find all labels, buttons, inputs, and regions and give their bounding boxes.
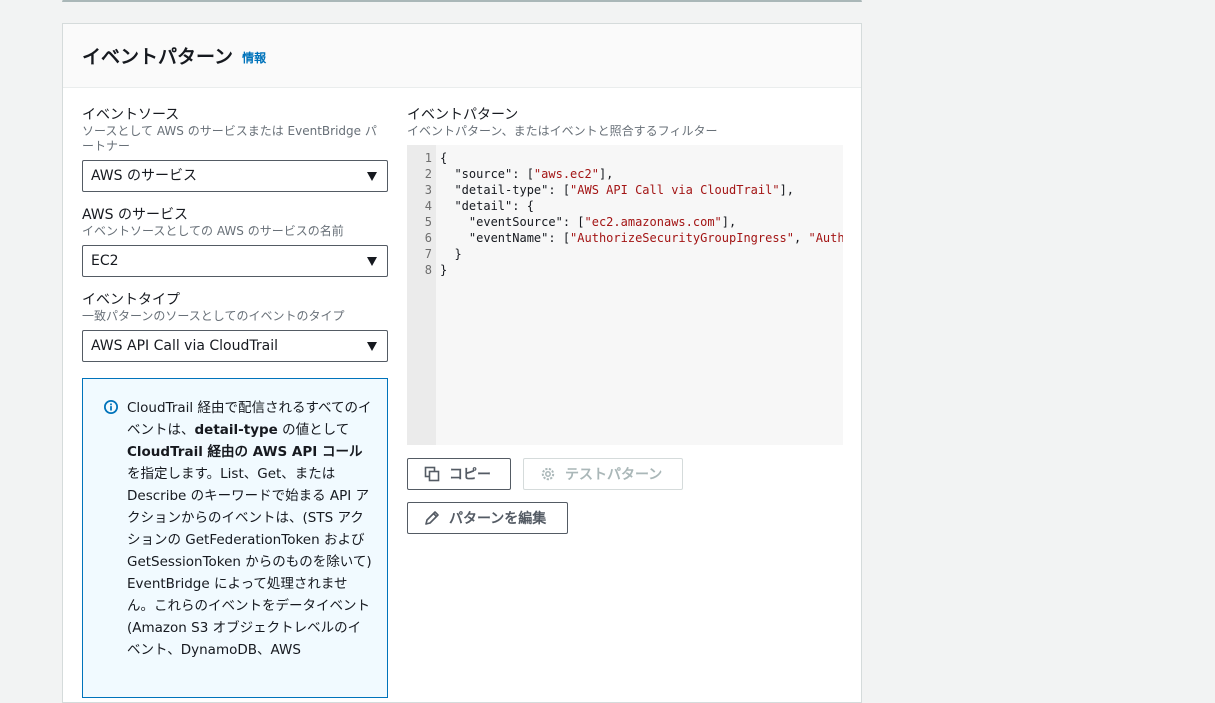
panel-header: イベントパターン 情報 [63,24,861,88]
line-number: 4 [424,199,432,213]
event-type-field: イベントタイプ 一致パターンのソースとしてのイベントのタイプ AWS API C… [82,291,388,362]
test-pattern-button[interactable]: テストパターン [523,458,683,490]
line-number: 7 [424,247,432,261]
code-token: } [440,247,462,261]
code-token: } [440,263,448,277]
aws-service-label: AWS のサービス [82,207,188,223]
code-token: "eventSource": [ [440,215,585,229]
copy-button[interactable]: コピー [407,458,511,490]
event-config-column: イベントソース ソースとして AWS のサービスまたは EventBridge … [82,106,388,376]
code-content: { "source": ["aws.ec2"], "detail-type": … [440,150,843,278]
info-text-3: を指定します。List、Get、または Describe のキーワードで始まる … [127,466,372,658]
code-token: "source": [ [440,167,534,181]
panel-title: イベントパターン [82,46,234,68]
code-token: ], [779,183,795,197]
aws-service-description: イベントソースとしての AWS のサービスの名前 [82,224,344,238]
line-number: 2 [424,167,432,181]
code-line: { [440,150,843,166]
code-line: } [440,262,843,278]
code-token: ], [721,215,737,229]
event-pattern-panel: イベントパターン 情報 イベントソース ソースとして AWS のサービスまたは … [62,23,862,703]
event-type-label: イベントタイプ [82,292,180,308]
aws-service-select[interactable]: EC2 [82,245,388,277]
code-line: "source": ["aws.ec2"], [440,166,843,182]
pencil-icon [425,511,439,525]
event-source-description: ソースとして AWS のサービスまたは EventBridge パートナー [82,124,377,153]
previous-section-card [62,0,862,2]
pattern-description: イベントパターン、またはイベントと照合するフィルター [407,124,718,138]
event-source-value: AWS のサービス [91,168,197,184]
code-token: , [794,231,809,245]
event-source-label: イベントソース [82,107,180,123]
line-number: 8 [424,263,432,277]
line-number: 3 [424,183,432,197]
line-number-gutter: 1 2 3 4 5 6 7 8 [407,145,436,445]
info-link[interactable]: 情報 [242,49,266,66]
event-type-description: 一致パターンのソースとしてのイベントのタイプ [82,309,345,323]
cloudtrail-info-alert: CloudTrail 経由で配信されるすべてのイベントは、detail-type… [82,378,388,698]
caret-down-icon [367,257,377,266]
aws-service-value: EC2 [91,253,119,269]
line-number: 1 [424,151,432,165]
edit-pattern-button[interactable]: パターンを編集 [407,502,568,534]
test-pattern-button-label: テストパターン [565,467,663,483]
code-token: ], [598,167,614,181]
event-source-field: イベントソース ソースとして AWS のサービスまたは EventBridge … [82,106,388,192]
code-string: "aws.ec2" [533,167,599,181]
copy-icon [424,466,440,482]
code-string: "ec2.amazonaws.com" [584,215,722,229]
info-text-detail-type: detail-type [194,422,278,438]
line-number: 6 [424,231,432,245]
info-circle-icon [104,400,118,414]
event-type-value: AWS API Call via CloudTrail [91,338,278,354]
code-token: "eventName": [ [440,231,571,245]
caret-down-icon [367,342,377,351]
pattern-code-editor[interactable]: 1 2 3 4 5 6 7 8 { "source": ["aws.ec2"],… [407,145,843,445]
caret-down-icon [367,172,377,181]
event-source-select[interactable]: AWS のサービス [82,160,388,192]
edit-pattern-button-label: パターンを編集 [449,511,547,527]
pattern-label: イベントパターン [407,107,519,123]
code-token: "detail": { [440,199,534,213]
code-line: "detail-type": ["AWS API Call via CloudT… [440,182,843,198]
code-line: } [440,246,843,262]
aws-service-field: AWS のサービス イベントソースとしての AWS のサービスの名前 EC2 [82,206,388,277]
code-string: "AWS API Call via CloudTrail" [570,183,780,197]
code-string: "AuthorizeSecurityGroupIngress" [570,231,795,245]
code-line: "eventName": ["AuthorizeSecurityGroupIng… [440,230,843,246]
copy-button-label: コピー [449,467,491,483]
line-number: 5 [424,215,432,229]
code-line: "detail": { [440,198,843,214]
pattern-column: イベントパターン イベントパターン、またはイベントと照合するフィルター 1 2 … [407,106,843,445]
event-type-select[interactable]: AWS API Call via CloudTrail [82,330,388,362]
gear-icon [541,467,555,481]
code-token: "detail-type": [ [440,183,571,197]
info-text-2: の値として [277,422,350,438]
code-string: "Auth [808,231,843,245]
code-line: "eventSource": ["ec2.amazonaws.com"], [440,214,843,230]
info-text-api-call: CloudTrail 経由の AWS API コール [127,444,363,460]
code-token: { [440,151,448,165]
